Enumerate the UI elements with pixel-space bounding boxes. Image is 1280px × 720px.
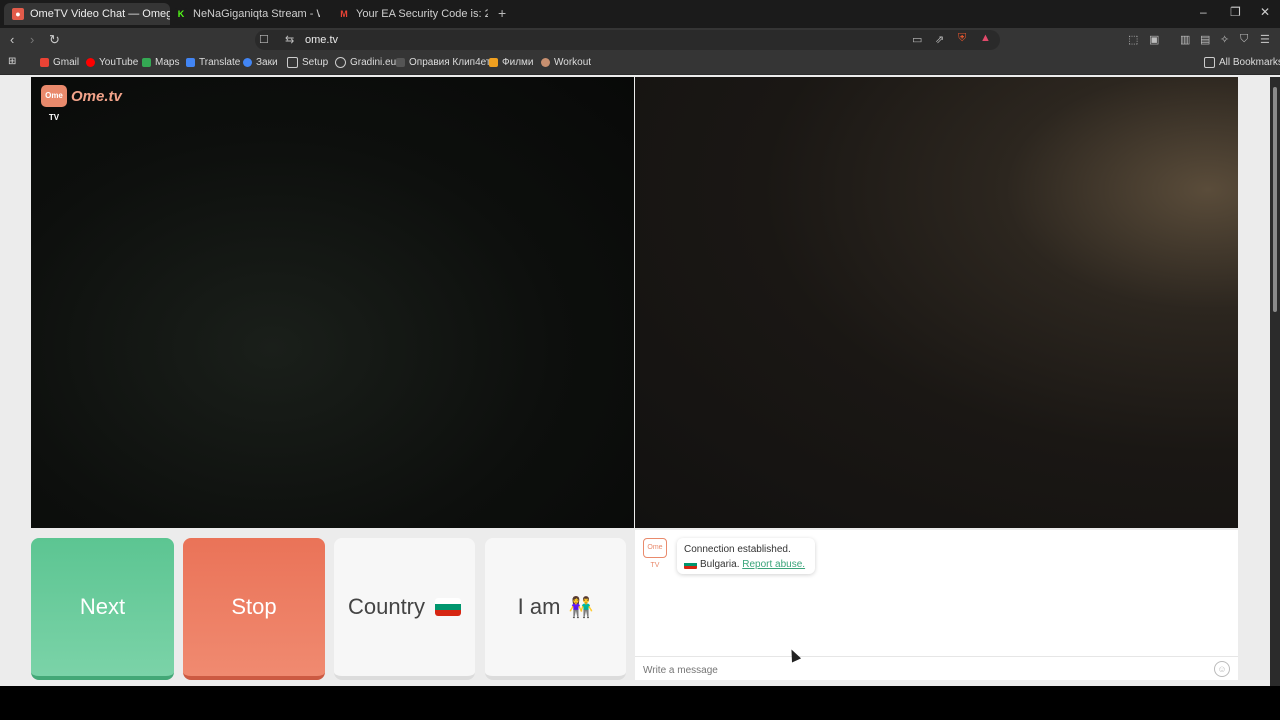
ometv-logo[interactable]: Ome TV Ome.tv [41, 85, 122, 122]
couple-icon: 👫 [568, 596, 594, 619]
address-bar[interactable]: ☐ ⇆ ome.tv ▭ ⇗ ⛨ ▲ [255, 30, 1000, 50]
gmail-favicon-icon: M [340, 9, 348, 19]
workout-icon [541, 58, 550, 67]
tab-ometv[interactable]: ● OmeTV Video Chat — Omeg ✕ [4, 3, 170, 25]
tab-search-icon[interactable]: ▣ [1149, 33, 1159, 46]
bookmark-maps[interactable]: Maps [142, 57, 179, 68]
remote-video [635, 77, 1238, 528]
forward-icon[interactable]: › [30, 32, 34, 47]
bookmark-clips[interactable]: Оправия Клип4ета [396, 57, 496, 68]
back-icon[interactable]: ‹ [10, 32, 14, 47]
new-tab-icon[interactable]: + [498, 5, 506, 21]
message-bar: ☺ [635, 656, 1238, 681]
ometv-favicon-icon: ● [12, 8, 24, 20]
ometv-logo-text: Ome.tv [71, 87, 122, 105]
clips-icon [396, 58, 405, 67]
brave-shield-icon[interactable]: ⛨ [958, 32, 966, 45]
kick-favicon-icon: K [175, 8, 187, 20]
films-icon [489, 58, 498, 67]
url-text: ome.tv [305, 34, 339, 46]
ometv-chat-icon: Ome TV [643, 538, 667, 569]
close-window-icon[interactable]: ✕ [1260, 5, 1270, 19]
country-button[interactable]: Country [334, 538, 475, 680]
wallet-icon[interactable]: ▤ [1200, 33, 1210, 46]
page-bottom-edge [0, 686, 1280, 720]
reload-icon[interactable]: ↻ [49, 32, 60, 48]
gender-button[interactable]: I am 👫 [485, 538, 626, 680]
site-info-icon[interactable]: ⇆ [285, 33, 294, 46]
country-line: Bulgaria. Report abuse. [684, 557, 808, 572]
google-icon [243, 58, 252, 67]
tab-title: OmeTV Video Chat — Omeg [30, 8, 170, 20]
vpn-icon[interactable]: ⛉ [1240, 33, 1248, 46]
apps-icon[interactable]: ⊞ [8, 56, 16, 67]
chat-panel: Ome TV Connection established. Bulgaria.… [635, 530, 1238, 680]
minimize-icon[interactable]: – [1200, 5, 1207, 19]
tab-title: Your EA Security Code is: 246905 - ne [356, 8, 488, 20]
bulgaria-flag-icon [435, 598, 462, 616]
bookmark-icon[interactable]: ☐ [259, 33, 269, 46]
emoji-icon[interactable]: ☺ [1214, 661, 1230, 677]
bookmarks-bar: ⊞ Gmail YouTube Maps Translate Заки Setu… [0, 52, 1280, 75]
tab-title: NeNaGiganiqta Stream - Watch Live [193, 8, 320, 20]
bookmark-gradini[interactable]: Gradini.eu [335, 57, 396, 68]
page-scrollbar[interactable] [1270, 77, 1280, 686]
restore-icon[interactable]: ❐ [1230, 5, 1241, 19]
tab-gmail[interactable]: M Your EA Security Code is: 246905 - ne [338, 3, 488, 25]
bookmark-gmail[interactable]: Gmail [40, 57, 79, 68]
bookmark-zaki[interactable]: Заки [243, 57, 278, 68]
browser-tab-bar: ● OmeTV Video Chat — Omeg ✕ K NeNaGigani… [0, 0, 1280, 28]
youtube-icon [86, 58, 95, 67]
extensions-icon[interactable]: ⬚ [1128, 33, 1138, 46]
all-bookmarks[interactable]: All Bookmarks [1204, 57, 1280, 68]
bookmark-setup[interactable]: Setup [287, 57, 328, 68]
menu-icon[interactable]: ☰ [1260, 33, 1270, 46]
translate-icon [186, 58, 195, 67]
share-icon[interactable]: ⇗ [935, 33, 944, 46]
stop-button[interactable]: Stop [183, 538, 325, 680]
ometv-logo-icon: Ome TV [41, 85, 67, 122]
leo-icon[interactable]: ✧ [1220, 33, 1229, 46]
bookmark-translate[interactable]: Translate [186, 57, 240, 68]
cast-icon[interactable]: ▭ [912, 33, 922, 46]
maps-icon [142, 58, 151, 67]
sidebar-icon[interactable]: ▥ [1180, 33, 1190, 46]
system-message: Connection established. Bulgaria. Report… [677, 538, 815, 574]
connection-status: Connection established. [684, 544, 791, 555]
report-abuse-link[interactable]: Report abuse. [742, 559, 805, 570]
scrollbar-thumb[interactable] [1273, 87, 1277, 312]
gmail-icon [40, 58, 49, 67]
message-input[interactable] [641, 661, 1205, 679]
tab-stream[interactable]: K NeNaGiganiqta Stream - Watch Live [175, 3, 320, 25]
browser-toolbar: ‹ › ↻ ☐ ⇆ ome.tv ▭ ⇗ ⛨ ▲ ⬚ ▣ ▥ ▤ ✧ ⛉ ☰ [0, 28, 1280, 52]
bookmark-films[interactable]: Филми [489, 57, 533, 68]
bulgaria-flag-icon [684, 559, 697, 569]
local-video: Ome TV Ome.tv [31, 77, 634, 528]
bookmark-workout[interactable]: Workout [541, 57, 591, 68]
folder-icon [287, 57, 298, 68]
globe-icon [335, 57, 346, 68]
folder-icon [1204, 57, 1215, 68]
brave-rewards-icon[interactable]: ▲ [980, 32, 991, 44]
bookmark-youtube[interactable]: YouTube [86, 57, 138, 68]
next-button[interactable]: Next [31, 538, 174, 680]
